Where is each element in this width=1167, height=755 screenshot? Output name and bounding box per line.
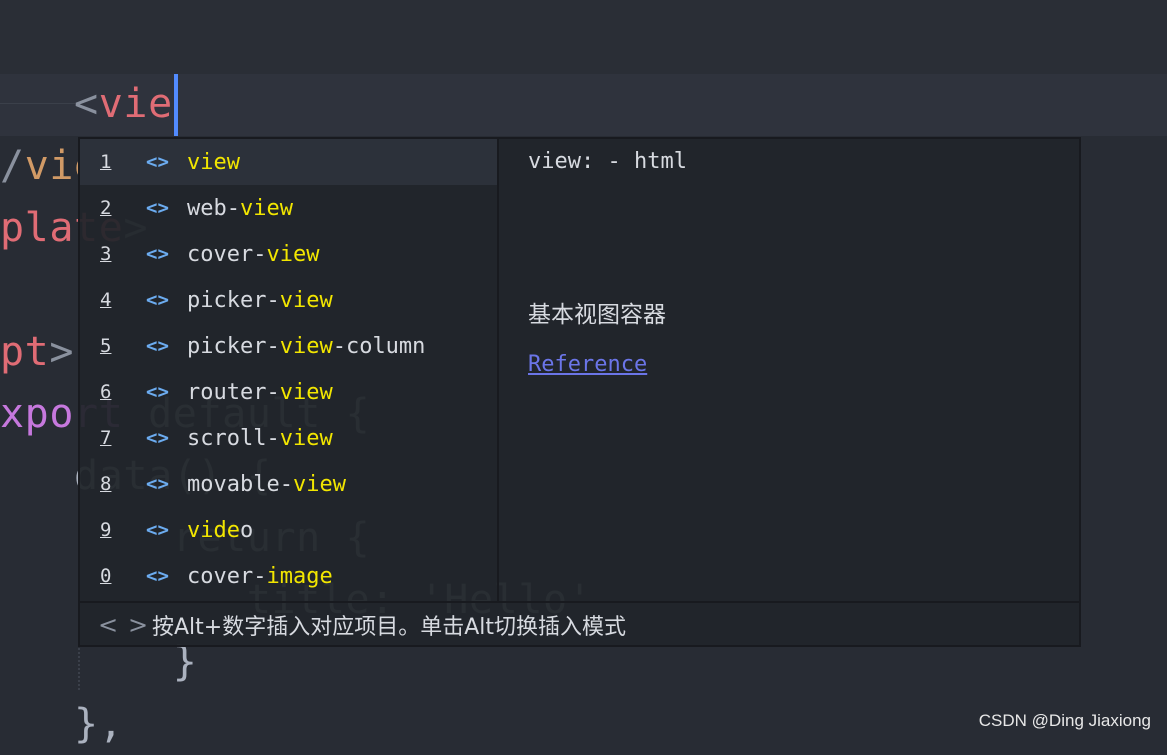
- tag-brackets-icon: <>: [146, 335, 169, 357]
- item-number: 6: [100, 381, 112, 403]
- label-prefix: router-: [187, 379, 280, 405]
- suggestion-item[interactable]: 1 <> view: [80, 139, 497, 185]
- tag-brackets-icon: <>: [146, 427, 169, 449]
- suggestion-item[interactable]: 9 <> video: [80, 507, 497, 553]
- item-label: router-view: [187, 380, 333, 405]
- item-number: 3: [100, 243, 112, 265]
- code-token: },: [0, 701, 124, 747]
- suggestion-item[interactable]: 3 <> cover-view: [80, 231, 497, 277]
- label-match: view: [279, 287, 333, 313]
- label-suffix: o: [239, 517, 254, 543]
- footer-hint: 按Alt+数字插入对应项目。单击Alt切换插入模式: [152, 615, 627, 640]
- label-match: image: [266, 563, 333, 589]
- item-label: cover-view: [187, 242, 319, 267]
- detail-signature: view: - html: [528, 149, 687, 174]
- code-token: vie: [98, 81, 173, 127]
- item-number: 1: [100, 151, 112, 173]
- item-label: video: [187, 518, 253, 543]
- label-match: view: [266, 241, 320, 267]
- code-token: pt: [0, 329, 50, 375]
- tag-brackets-icon: <>: [146, 519, 169, 541]
- label-match: view: [279, 425, 333, 451]
- item-label: scroll-view: [187, 426, 333, 451]
- item-number: 7: [100, 427, 112, 449]
- label-prefix: scroll-: [187, 425, 280, 451]
- indent-guide-vertical: [78, 640, 80, 690]
- item-label: view: [187, 150, 240, 175]
- reference-link[interactable]: Reference: [528, 352, 647, 377]
- label-match: view: [279, 379, 333, 405]
- detail-description: 基本视图容器: [528, 302, 666, 328]
- code-line: <vie: [0, 73, 173, 135]
- code-token: >: [49, 329, 75, 375]
- suggestion-item[interactable]: 5 <> picker-view-column: [80, 323, 497, 369]
- item-label: movable-view: [187, 472, 346, 497]
- suggestion-item[interactable]: 2 <> web-view: [80, 185, 497, 231]
- tag-brackets-icon: <>: [146, 473, 169, 495]
- item-label: web-view: [187, 196, 293, 221]
- label-match: view: [279, 333, 333, 359]
- suggestion-item[interactable]: 4 <> picker-view: [80, 277, 497, 323]
- label-prefix: movable-: [187, 471, 293, 497]
- label-prefix: cover-: [187, 241, 267, 267]
- item-number: 0: [100, 565, 112, 587]
- label-match: vide: [187, 517, 240, 543]
- tag-brackets-icon: <>: [146, 243, 169, 265]
- item-label: picker-view: [187, 288, 333, 313]
- editor-top-area: [0, 0, 1167, 74]
- item-number: 5: [100, 335, 112, 357]
- item-number: 8: [100, 473, 112, 495]
- text-cursor: [174, 74, 178, 136]
- item-number: 2: [100, 197, 112, 219]
- suggestion-list[interactable]: 1 <> view 2 <> web-view 3 <> cover-view 4 <> picker…: [80, 139, 499, 601]
- code-line: pt>: [0, 321, 74, 383]
- suggestion-item[interactable]: 8 <> movable-view: [80, 461, 497, 507]
- code-line: },: [0, 693, 123, 755]
- watermark: CSDN @Ding Jiaxiong: [978, 711, 1151, 730]
- suggestion-item[interactable]: 7 <> scroll-view: [80, 415, 497, 461]
- tag-brackets-icon: <>: [146, 289, 169, 311]
- label-prefix: picker-: [187, 333, 280, 359]
- item-number: 4: [100, 289, 112, 311]
- tag-brackets-icon: <>: [146, 197, 169, 219]
- item-label: cover-image: [187, 564, 333, 589]
- tag-brackets-icon: <>: [146, 151, 169, 173]
- label-match: view: [292, 471, 346, 497]
- suggestion-item[interactable]: 0 <> cover-image: [80, 553, 497, 599]
- prev-page-icon[interactable]: <: [98, 611, 118, 639]
- autocomplete-popup: 1 <> view 2 <> web-view 3 <> cover-view 4 <> picker…: [78, 137, 1081, 647]
- label-match: view: [187, 149, 240, 175]
- label-prefix: web-: [187, 195, 240, 221]
- suggestion-item[interactable]: 6 <> router-view: [80, 369, 497, 415]
- label-prefix: picker-: [187, 287, 280, 313]
- tag-brackets-icon: <>: [146, 381, 169, 403]
- label-match: view: [239, 195, 293, 221]
- label-prefix: cover-: [187, 563, 267, 589]
- code-token: <: [74, 81, 99, 127]
- item-label: picker-view-column: [187, 334, 425, 359]
- label-suffix: -column: [332, 333, 426, 359]
- popup-footer: < > 按Alt+数字插入对应项目。单击Alt切换插入模式: [80, 601, 1079, 647]
- tag-brackets-icon: <>: [146, 565, 169, 587]
- item-number: 9: [100, 519, 112, 541]
- next-page-icon[interactable]: >: [128, 611, 148, 639]
- code-token: /: [0, 143, 25, 189]
